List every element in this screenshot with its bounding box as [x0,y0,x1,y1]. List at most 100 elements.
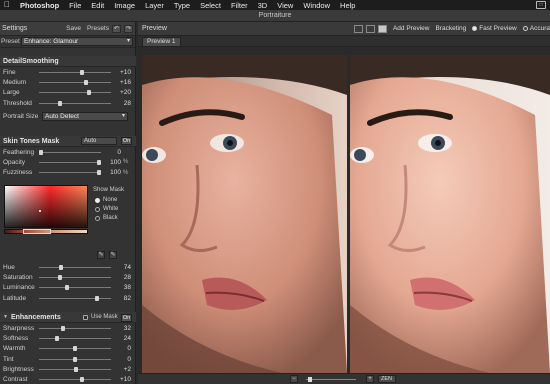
slider-knob[interactable] [73,356,77,362]
slider-track[interactable] [39,295,111,301]
add-preview-button[interactable]: Add Preview [393,25,430,32]
preset-select[interactable]: Enhance: Glamour ▾ [21,37,133,46]
slider-track[interactable] [39,100,111,106]
save-button[interactable]: Save [66,25,81,32]
redo-icon[interactable]: ↷ [124,24,133,33]
show-mask-none[interactable]: None [95,197,117,203]
slider-knob[interactable] [73,346,77,352]
zoom-in-button[interactable]: + [366,375,374,383]
show-mask-white[interactable]: White [95,206,118,212]
apple-icon[interactable]:  [4,1,12,9]
skin-mask-mode-select[interactable]: Auto [81,137,117,145]
skin-mask-on-button[interactable]: On [121,137,132,145]
slider-track[interactable] [39,90,111,96]
slider-track[interactable] [39,79,111,85]
menu-3d[interactable]: 3D [258,1,268,10]
preset-value: Enhance: Glamour [24,38,79,45]
menu-view[interactable]: View [277,1,293,10]
preset-row: Preset Enhance: Glamour ▾ [0,36,135,48]
slider-label: Feathering [3,148,35,156]
slider-track[interactable] [39,325,111,331]
portrait-size-select[interactable]: Auto Detect ▾ [42,111,128,121]
accurate-radio[interactable]: Accura [522,25,550,32]
slider-track[interactable] [39,356,111,362]
slider-knob[interactable] [86,90,91,96]
menu-filter[interactable]: Filter [231,1,248,10]
slider-track[interactable] [39,377,111,383]
zoom-slider[interactable] [306,377,356,382]
menu-window[interactable]: Window [303,1,330,10]
split-horizontal-icon[interactable] [365,24,375,33]
slider-label: Luminance [3,284,35,292]
menu-image[interactable]: Image [114,1,135,10]
menu-edit[interactable]: Edit [91,1,104,10]
tab-preview-1[interactable]: Preview 1 [142,37,181,46]
slider-label: Medium [3,78,27,86]
slider-value: 0 [127,355,131,363]
slider-knob[interactable] [58,264,63,270]
slider-track[interactable] [39,149,101,155]
presets-button[interactable]: Presets [87,25,109,32]
menu-type[interactable]: Type [174,1,190,10]
ramp-range-marker[interactable] [23,229,51,234]
eyedropper-icon[interactable]: ✎ [97,251,105,259]
slider-knob[interactable] [58,100,63,106]
slider-track[interactable] [39,366,111,372]
zoom-slider-knob[interactable] [308,377,312,382]
preview-toolbar: Preview Add Preview Bracketing Fast Prev… [138,22,550,36]
slider-track[interactable] [39,159,101,165]
slider-knob[interactable] [74,366,79,372]
slider-value: 82 [123,294,131,302]
slider-knob[interactable] [55,335,60,341]
menu-app[interactable]: Photoshop [20,1,59,10]
slider-label: Threshold [3,99,32,107]
slider-track[interactable] [39,346,111,352]
slider-track[interactable] [39,335,111,341]
preview-panel: Preview Add Preview Bracketing Fast Prev… [138,22,550,384]
slider-knob[interactable] [79,377,84,383]
radio-selected-icon [472,26,478,31]
status-icon[interactable]: □ [536,1,546,9]
slider-knob[interactable] [64,285,69,291]
show-mask-label: Show Mask [93,187,125,193]
slider-label: Sharpness [3,324,35,332]
eyedropper-plus-icon[interactable]: ✎ [109,251,117,259]
slider-track[interactable] [39,285,111,291]
slider-track[interactable] [39,274,111,280]
slider-value: 100 [110,158,121,166]
slider-track[interactable] [39,264,111,270]
single-view-icon[interactable] [353,24,363,33]
menu-layer[interactable]: Layer [145,1,164,10]
skin-color-picker[interactable] [4,185,88,228]
menu-help[interactable]: Help [340,1,355,10]
slider-value: 0 [127,345,131,353]
undo-icon[interactable]: ↶ [112,24,121,33]
skin-tone-ramp[interactable] [4,229,88,234]
zoom-out-button[interactable]: − [290,375,298,383]
slider-track[interactable] [39,69,111,75]
menu-bar:  Photoshop File Edit Image Layer Type S… [0,0,550,10]
slider-knob[interactable] [94,295,99,301]
before-image[interactable] [142,55,347,373]
menu-select[interactable]: Select [200,1,221,10]
slider-knob[interactable] [58,274,63,280]
slider-knob[interactable] [39,149,43,155]
show-mask-black[interactable]: Black [95,215,118,221]
menu-file[interactable]: File [69,1,81,10]
slider-knob[interactable] [97,170,101,176]
enhancements-on-button[interactable]: On [121,314,132,322]
split-vertical-icon[interactable] [377,24,387,33]
after-image[interactable] [350,55,550,373]
picker-marker[interactable] [39,210,41,212]
slider-knob[interactable] [60,325,65,331]
fast-preview-radio[interactable]: Fast Preview [472,25,517,32]
portrait-before [142,55,347,373]
slider-knob[interactable] [83,79,88,85]
bracketing-button[interactable]: Bracketing [435,25,466,32]
zoom-select[interactable]: ZEN [378,375,396,383]
slider-knob[interactable] [79,69,84,75]
use-mask-checkbox[interactable]: Use Mask [83,314,118,320]
slider-track[interactable] [39,170,101,176]
slider-knob[interactable] [97,159,101,165]
collapse-triangle-icon[interactable]: ▼ [3,312,8,323]
